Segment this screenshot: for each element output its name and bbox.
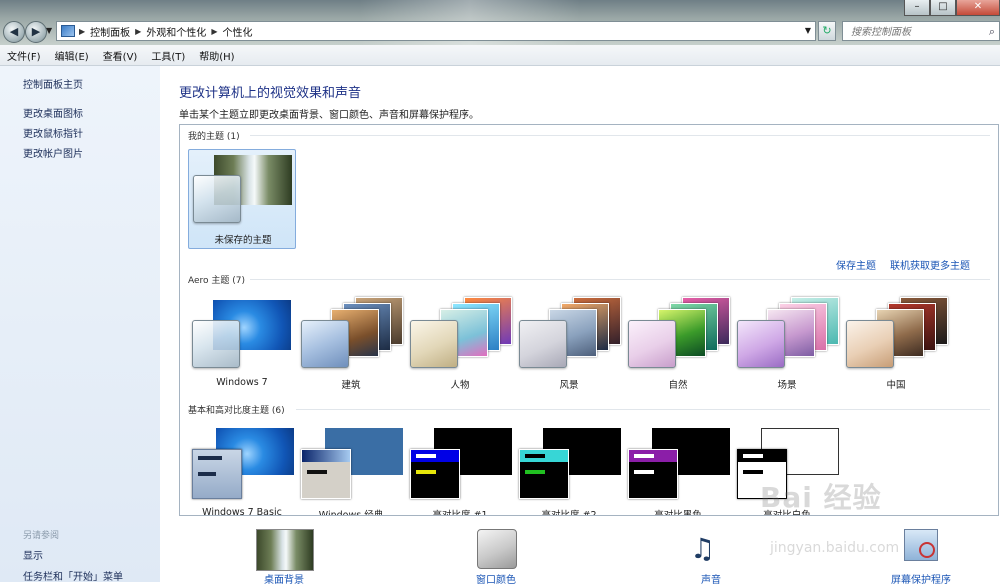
sound-label[interactable]: 声音 (650, 571, 772, 586)
theme-label: 建筑 (341, 380, 361, 391)
breadcrumb-separator-icon[interactable]: ▶ (135, 27, 141, 36)
sound-link[interactable]: ♫ 声音 (650, 525, 770, 586)
menu-tools[interactable]: 工具(T) (144, 48, 192, 63)
window-glass-preview (301, 320, 349, 368)
refresh-button[interactable]: ↻ (818, 21, 836, 41)
window-color-icon (477, 529, 517, 569)
window-glass-preview (193, 175, 241, 223)
divider (296, 409, 990, 410)
theme-label: 中国 (886, 380, 906, 391)
sidebar-link-home[interactable]: 控制面板主页 (23, 76, 83, 91)
sidebar-link-mouse-pointer[interactable]: 更改鼠标指针 (23, 125, 83, 140)
breadcrumb-separator-icon[interactable]: ▶ (79, 27, 85, 36)
menu-edit[interactable]: 编辑(E) (48, 48, 96, 63)
save-theme-link[interactable]: 保存主题 (836, 257, 876, 272)
window-glass-preview (410, 320, 458, 368)
theme-label: 场景 (777, 380, 797, 391)
sidebar: 控制面板主页 更改桌面图标 更改鼠标指针 更改帐户图片 另请参阅 显示 任务栏和… (0, 66, 160, 583)
window-glass-preview (519, 320, 567, 368)
theme-tile-china[interactable]: 中国 (842, 295, 950, 395)
divider (250, 135, 990, 136)
address-bar[interactable]: ▶ 控制面板 ▶ 外观和个性化 ▶ 个性化 ▼ (56, 21, 816, 41)
get-more-themes-link[interactable]: 联机获取更多主题 (890, 257, 970, 272)
window-controls: – □ ✕ (904, 0, 1000, 16)
breadcrumb-personalization[interactable]: 个性化 (222, 24, 252, 39)
window-preview (301, 449, 351, 499)
window-glass-preview (846, 320, 894, 368)
search-box[interactable]: ⌕ (842, 21, 1000, 41)
sidebar-link-taskbar[interactable]: 任务栏和「开始」菜单 (23, 568, 123, 583)
theme-label: 高对比度 #2 (541, 510, 597, 516)
breadcrumb-separator-icon[interactable]: ▶ (211, 27, 217, 36)
theme-tile-characters[interactable]: 人物 (406, 295, 514, 395)
theme-label: 未保存的主题 (214, 235, 272, 246)
minimize-button[interactable]: – (904, 0, 930, 16)
theme-label: Windows 7 Basic (202, 507, 282, 516)
back-button[interactable]: ◀ (3, 21, 25, 43)
section-my-themes: 我的主题 (1) (188, 132, 240, 142)
sidebar-link-desktop-icons[interactable]: 更改桌面图标 (23, 105, 83, 120)
theme-tile-windows-classic[interactable]: Windows 经典 (297, 425, 405, 516)
breadcrumb-appearance[interactable]: 外观和个性化 (146, 24, 206, 39)
section-basic-themes: 基本和高对比度主题 (6) (188, 406, 285, 416)
divider (250, 279, 990, 280)
page-description: 单击某个主题立即更改桌面背景、窗口颜色、声音和屏幕保护程序。 (179, 110, 479, 121)
watermark-url: jingyan.baidu.com (770, 540, 900, 556)
see-also-heading: 另请参阅 (23, 531, 60, 541)
close-button[interactable]: ✕ (956, 0, 1000, 16)
desktop-background-link[interactable]: 桌面背景 (215, 525, 335, 586)
window-preview (519, 449, 569, 499)
section-aero-themes: Aero 主题 (7) (188, 276, 246, 286)
screensaver-label[interactable]: 屏幕保护程序 (860, 571, 982, 586)
search-icon[interactable]: ⌕ (989, 25, 995, 39)
theme-tile-windows7-basic[interactable]: Windows 7 Basic (188, 425, 296, 516)
theme-label: 高对比度 #1 (432, 510, 488, 516)
menu-file[interactable]: 文件(F) (0, 48, 48, 63)
page-title: 更改计算机上的视觉效果和声音 (179, 86, 362, 101)
theme-tile-high-contrast-1[interactable]: 高对比度 #1 (406, 425, 514, 516)
theme-label: Windows 7 (216, 377, 268, 388)
theme-tile-high-contrast-black[interactable]: 高对比黑色 (624, 425, 732, 516)
window-glass-preview (628, 320, 676, 368)
theme-tile-architecture[interactable]: 建筑 (297, 295, 405, 395)
sidebar-link-display[interactable]: 显示 (23, 547, 43, 562)
forward-button[interactable]: ▶ (25, 21, 47, 43)
theme-label: Windows 经典 (318, 510, 384, 516)
theme-tile-windows7[interactable]: Windows 7 (188, 295, 296, 395)
desktop-background-label[interactable]: 桌面背景 (215, 571, 353, 586)
watermark-logo: Bai 经验 (760, 481, 882, 514)
theme-tile-unsaved[interactable]: 未保存的主题 (188, 149, 296, 249)
window-glass-preview (192, 320, 240, 368)
theme-label: 风景 (559, 380, 579, 391)
theme-tile-nature[interactable]: 自然 (624, 295, 732, 395)
nav-history-dropdown-icon[interactable]: ▼ (46, 26, 52, 35)
theme-tile-landscapes[interactable]: 风景 (515, 295, 623, 395)
window-preview (410, 449, 460, 499)
theme-label: 自然 (668, 380, 688, 391)
desktop-background-icon (256, 529, 314, 571)
menu-view[interactable]: 查看(V) (96, 48, 145, 63)
search-input[interactable] (849, 23, 983, 41)
control-panel-icon (61, 25, 75, 37)
sidebar-link-account-picture[interactable]: 更改帐户图片 (23, 145, 83, 160)
theme-tile-scenes[interactable]: 场景 (733, 295, 841, 395)
theme-list[interactable]: 我的主题 (1) 未保存的主题 保存主题 联机获取更多主题 Aero 主题 (7… (179, 124, 999, 516)
sound-icon: ♫ (690, 532, 716, 565)
address-dropdown-icon[interactable]: ▼ (805, 26, 811, 35)
screensaver-icon (904, 529, 938, 561)
window-preview (192, 449, 242, 499)
window-preview (628, 449, 678, 499)
menu-bar: 文件(F) 编辑(E) 查看(V) 工具(T) 帮助(H) (0, 45, 1000, 66)
window-titlebar: – □ ✕ ◀ ▶ ▼ ▶ 控制面板 ▶ 外观和个性化 ▶ 个性化 ▼ ↻ ⌕ (0, 0, 1000, 45)
window-color-link[interactable]: 窗口颜色 (435, 525, 555, 586)
window-glass-preview (737, 320, 785, 368)
theme-tile-high-contrast-2[interactable]: 高对比度 #2 (515, 425, 623, 516)
breadcrumb-control-panel[interactable]: 控制面板 (90, 24, 130, 39)
maximize-button[interactable]: □ (930, 0, 956, 16)
menu-help[interactable]: 帮助(H) (192, 48, 241, 63)
window-color-label[interactable]: 窗口颜色 (435, 571, 557, 586)
theme-label: 高对比黑色 (654, 510, 702, 516)
theme-label: 人物 (450, 380, 470, 391)
